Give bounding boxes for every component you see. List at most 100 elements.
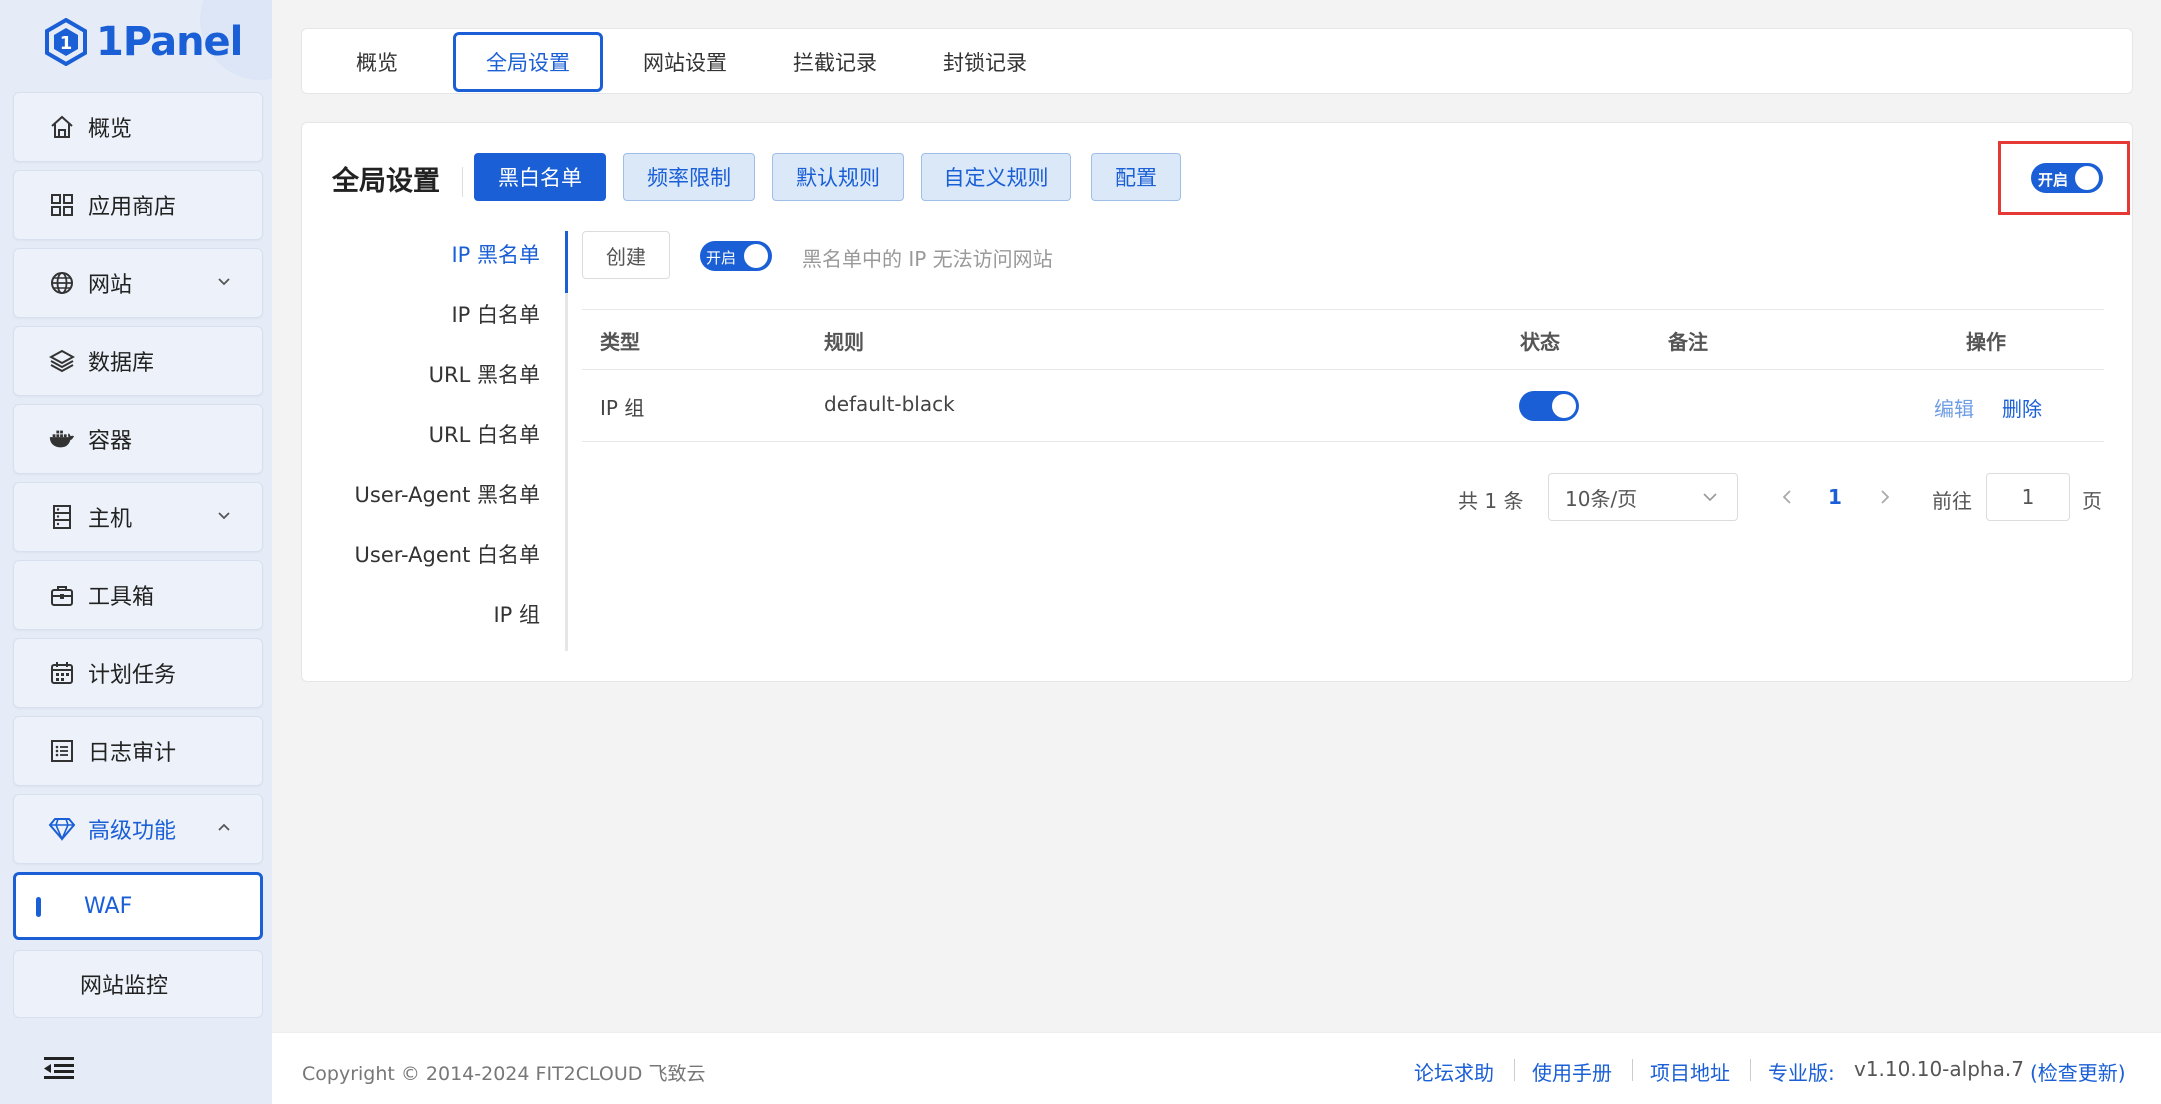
svg-text:1: 1	[60, 33, 73, 54]
side-item-ip-whitelist[interactable]: IP 白名单	[266, 291, 566, 339]
toggle-label: 开启	[2038, 171, 2069, 189]
column-header-rule: 规则	[824, 330, 864, 354]
menu-collapse-icon[interactable]	[44, 1055, 74, 1081]
sidebar-item-label: 计划任务	[88, 663, 177, 688]
footer-divider	[1514, 1059, 1515, 1081]
cell-rule: default-black	[824, 392, 955, 416]
docker-icon	[48, 425, 76, 453]
server-icon	[48, 503, 76, 531]
logo-text: 1Panel	[96, 19, 243, 65]
subtab-rate-limit[interactable]: 频率限制	[623, 153, 755, 201]
side-item-ip-group[interactable]: IP 组	[266, 591, 566, 639]
edition-label: 专业版:	[1768, 1061, 1835, 1085]
side-item-ua-blacklist[interactable]: User-Agent 黑名单	[266, 471, 566, 519]
table-bottom-border	[582, 441, 2104, 442]
page-title: 全局设置	[332, 166, 440, 197]
sidebar-item-database[interactable]: 数据库	[13, 326, 263, 396]
sidebar-item-label: 主机	[88, 507, 133, 532]
page-unit: 页	[2082, 489, 2102, 513]
sidebar-item-label: 网站	[88, 273, 133, 298]
diamond-icon	[48, 815, 76, 843]
tab-intercept-records[interactable]: 拦截记录	[765, 32, 905, 92]
sidebar-item-overview[interactable]: 概览	[13, 92, 263, 162]
tab-block-records[interactable]: 封锁记录	[915, 32, 1055, 92]
subtab-config[interactable]: 配置	[1091, 153, 1181, 201]
table-header-border	[582, 369, 2104, 370]
toolbox-icon	[48, 581, 76, 609]
sidebar-item-label: 概览	[88, 117, 133, 142]
top-tab-bar: 概览 全局设置 网站设置 拦截记录 封锁记录	[301, 28, 2133, 94]
side-item-ip-blacklist[interactable]: IP 黑名单	[266, 231, 566, 279]
sidebar-item-toolbox[interactable]: 工具箱	[13, 560, 263, 630]
sidebar: 1 1Panel 概览 应用商店 网站 数据库 容器 主机 工具箱 计划任务 日…	[0, 0, 272, 1104]
version-text: v1.10.10-alpha.7	[1854, 1057, 2024, 1081]
chevron-down-icon	[218, 512, 230, 520]
sidebar-subitem-site-monitor[interactable]: 网站监控	[13, 950, 263, 1018]
forum-link[interactable]: 论坛求助	[1414, 1057, 1494, 1086]
column-header-actions: 操作	[1966, 330, 2006, 354]
sidebar-item-cron[interactable]: 计划任务	[13, 638, 263, 708]
table-top-border	[582, 309, 2104, 310]
footer: Copyright © 2014-2024 FIT2CLOUD 飞致云 论坛求助…	[272, 1032, 2161, 1104]
logo-icon: 1	[45, 18, 87, 66]
tab-global-settings[interactable]: 全局设置	[453, 32, 603, 92]
pager-total: 共 1 条	[1458, 489, 1524, 513]
prev-page-icon[interactable]	[1780, 489, 1796, 505]
sidebar-subitem-label: 网站监控	[80, 974, 169, 999]
sidebar-item-host[interactable]: 主机	[13, 482, 263, 552]
sidebar-item-label: 容器	[88, 429, 133, 454]
active-indicator	[36, 897, 41, 917]
toggle-knob	[1552, 394, 1576, 418]
goto-page-input[interactable]: 1	[1986, 473, 2070, 521]
manual-link[interactable]: 使用手册	[1532, 1057, 1612, 1086]
subtab-default-rules[interactable]: 默认规则	[772, 153, 904, 201]
column-header-type: 类型	[600, 330, 640, 354]
sidebar-item-advanced[interactable]: 高级功能	[13, 794, 263, 864]
sidebar-item-label: 工具箱	[88, 585, 155, 610]
sidebar-item-label: 高级功能	[88, 819, 177, 844]
side-item-url-blacklist[interactable]: URL 黑名单	[266, 351, 566, 399]
home-icon	[48, 113, 76, 141]
tab-overview[interactable]: 概览	[322, 32, 432, 92]
sidebar-item-label: 数据库	[88, 351, 155, 376]
check-update-link[interactable]: (检查更新)	[2030, 1057, 2126, 1086]
chevron-up-icon	[218, 823, 230, 831]
project-link[interactable]: 项目地址	[1650, 1057, 1730, 1086]
column-header-status: 状态	[1520, 330, 1560, 354]
toggle-label: 开启	[706, 249, 737, 267]
sidebar-item-label: 日志审计	[88, 741, 177, 766]
column-header-remark: 备注	[1668, 330, 1708, 354]
toggle-knob	[744, 244, 768, 268]
blacklist-toggle[interactable]: 开启	[700, 241, 772, 271]
title-divider	[462, 167, 463, 197]
copyright-text: Copyright © 2014-2024 FIT2CLOUD 飞致云	[302, 1063, 706, 1085]
sidebar-item-website[interactable]: 网站	[13, 248, 263, 318]
subtab-custom-rules[interactable]: 自定义规则	[921, 153, 1071, 201]
tab-website-settings[interactable]: 网站设置	[615, 32, 755, 92]
status-toggle[interactable]	[1519, 391, 1579, 421]
edit-link[interactable]: 编辑	[1934, 393, 1974, 422]
hint-text: 黑名单中的 IP 无法访问网站	[802, 247, 1053, 271]
sidebar-item-log-audit[interactable]: 日志审计	[13, 716, 263, 786]
waf-master-toggle[interactable]: 开启	[2031, 163, 2103, 193]
sidebar-item-container[interactable]: 容器	[13, 404, 263, 474]
logo[interactable]: 1 1Panel	[44, 14, 243, 70]
page-size-select[interactable]: 10条/页	[1548, 473, 1738, 521]
chevron-down-icon	[218, 278, 230, 286]
layers-icon	[48, 347, 76, 375]
create-button[interactable]: 创建	[582, 231, 670, 279]
subtab-blackwhite-list[interactable]: 黑白名单	[474, 153, 606, 201]
sidebar-subitem-waf[interactable]: WAF	[13, 872, 263, 940]
footer-divider	[1632, 1059, 1633, 1081]
calendar-icon	[48, 659, 76, 687]
delete-link[interactable]: 删除	[2002, 393, 2042, 422]
next-page-icon[interactable]	[1876, 489, 1892, 505]
side-item-url-whitelist[interactable]: URL 白名单	[266, 411, 566, 459]
chevron-down-icon	[1703, 493, 1717, 502]
toggle-knob	[2075, 166, 2099, 190]
current-page[interactable]: 1	[1828, 485, 1842, 509]
cell-type: IP 组	[600, 396, 645, 420]
sidebar-subitem-label: WAF	[84, 893, 133, 919]
side-item-ua-whitelist[interactable]: User-Agent 白名单	[266, 531, 566, 579]
sidebar-item-app-store[interactable]: 应用商店	[13, 170, 263, 240]
